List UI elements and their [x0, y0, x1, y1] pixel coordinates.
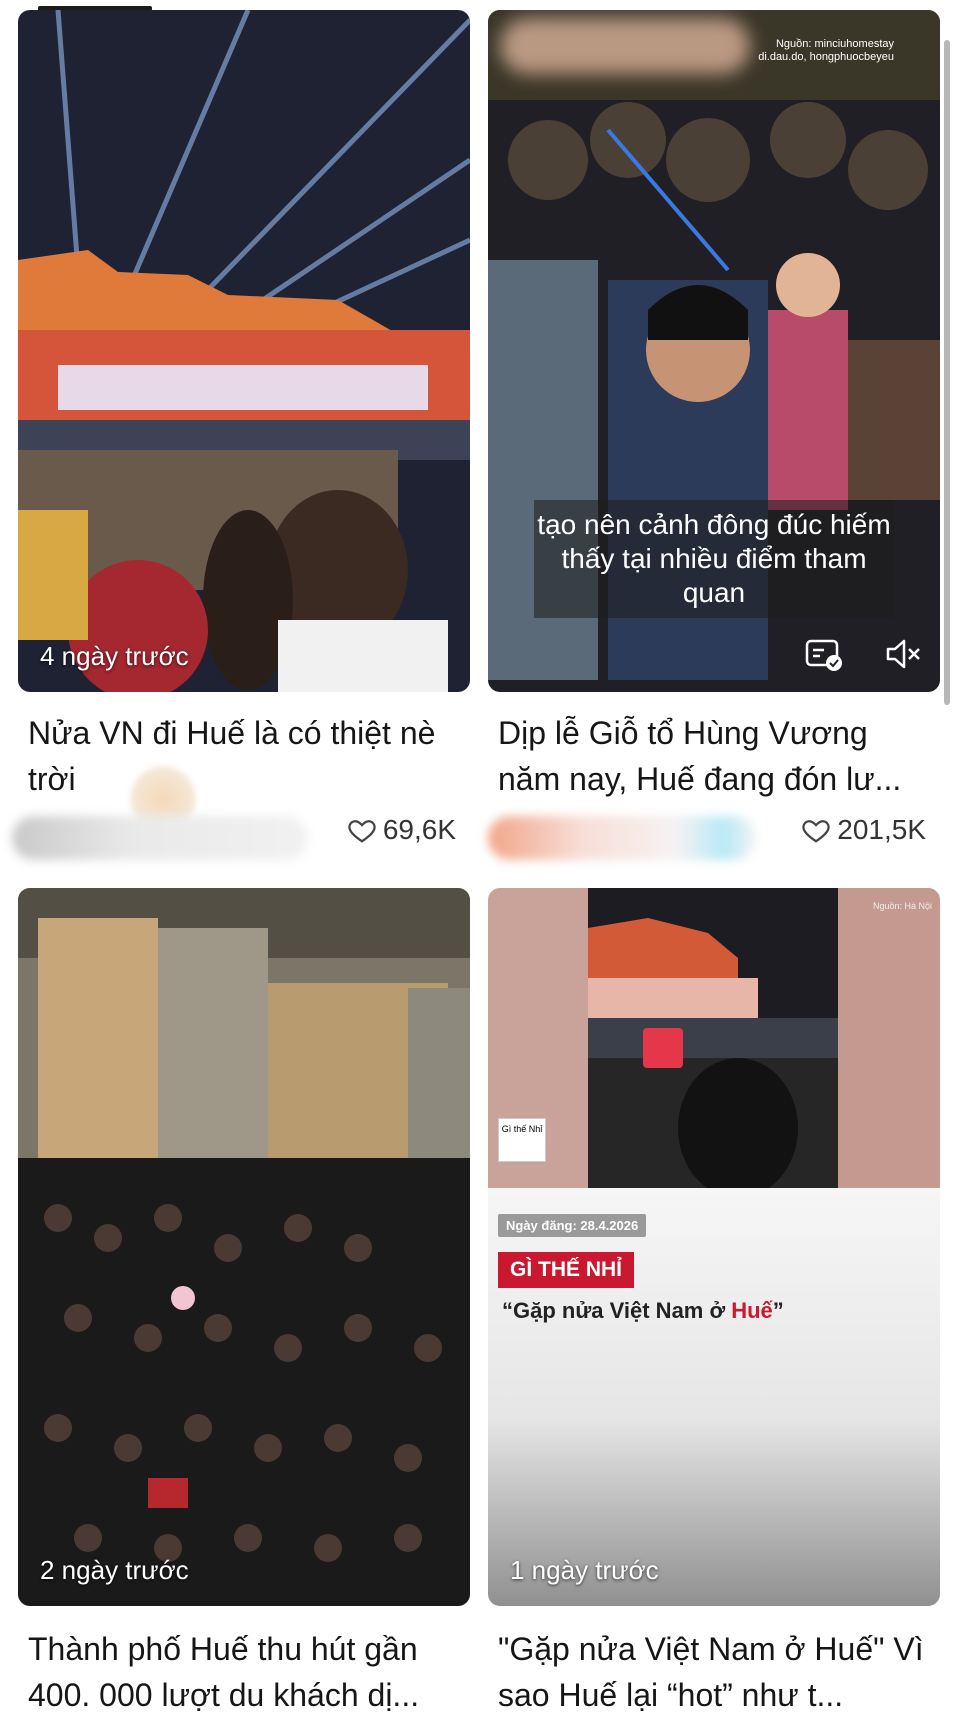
video-caption: tạo nên cảnh đông đúc hiếm thấy tại nhiề…: [534, 500, 894, 618]
video-player[interactable]: Nguồn: minciuhomestay di.dau.do, hongphu…: [488, 10, 940, 692]
info-panel: Ngày đăng: 28.4.2026 GÌ THẾ NHỈ “Gặp nửa…: [488, 1188, 940, 1606]
video-title[interactable]: "Gặp nửa Việt Nam ở Huế" Vì sao Huế lại …: [488, 1626, 940, 1718]
author-overlay-blurred: [500, 18, 750, 74]
brand-tag: GÌ THẾ NHỈ: [498, 1252, 635, 1288]
heart-icon: [802, 820, 830, 843]
quote-part: “Gặp nửa Việt Nam ở: [502, 1298, 732, 1323]
video-card[interactable]: Nguồn: minciuhomestay di.dau.do, hongphu…: [488, 10, 940, 874]
video-card[interactable]: 2 ngày trước Thành phố Huế thu hút gần 4…: [18, 888, 470, 1718]
like-count-value: 201,5K: [837, 814, 926, 845]
scrollbar[interactable]: [944, 40, 950, 705]
video-title[interactable]: Dịp lễ Giỗ tổ Hùng Vương năm nay, Huế đa…: [488, 710, 940, 802]
thumbnail-image: [18, 888, 470, 1606]
post-age: 4 ngày trước: [40, 641, 189, 671]
channel-logo: Gì thế Nhỉ: [498, 1118, 546, 1162]
heart-icon: [348, 820, 376, 843]
post-date-tag: Ngày đăng: 28.4.2026: [498, 1214, 647, 1237]
thumbnail-image: [18, 10, 470, 692]
author-blurred[interactable]: [488, 816, 756, 860]
video-title[interactable]: Nửa VN đi Huế là có thiệt nè trời: [18, 710, 470, 802]
quote-highlight: Huế: [731, 1298, 773, 1323]
video-title[interactable]: Thành phố Huế thu hút gần 400. 000 lượt …: [18, 1626, 470, 1718]
headline-quote: “Gặp nửa Việt Nam ở Huế”: [502, 1298, 784, 1324]
video-thumbnail[interactable]: 4 ngày trước: [18, 10, 470, 692]
video-source-credit: Nguồn: Hà Nội: [872, 901, 932, 911]
captions-icon[interactable]: [804, 634, 844, 674]
video-source-credit: Nguồn: minciuhomestay di.dau.do, hongphu…: [758, 38, 894, 63]
like-count[interactable]: 201,5K: [801, 814, 926, 846]
like-count-value: 69,6K: [382, 814, 456, 845]
thumbnail-image: [488, 888, 940, 1188]
video-thumbnail[interactable]: Nguồn: Hà Nội Gì thế Nhỉ Ngày đăng: 28.4…: [488, 888, 940, 1606]
video-card[interactable]: 4 ngày trước Nửa VN đi Huế là có thiệt n…: [12, 10, 470, 874]
mute-icon[interactable]: [882, 634, 922, 674]
like-count[interactable]: 69,6K: [347, 814, 456, 846]
post-age: 2 ngày trước: [40, 1555, 189, 1585]
quote-part: ”: [772, 1298, 784, 1323]
video-thumbnail[interactable]: 2 ngày trước: [18, 888, 470, 1606]
video-card[interactable]: Nguồn: Hà Nội Gì thế Nhỉ Ngày đăng: 28.4…: [488, 888, 940, 1718]
post-age: 1 ngày trước: [510, 1555, 659, 1585]
author-blurred[interactable]: [12, 816, 308, 860]
